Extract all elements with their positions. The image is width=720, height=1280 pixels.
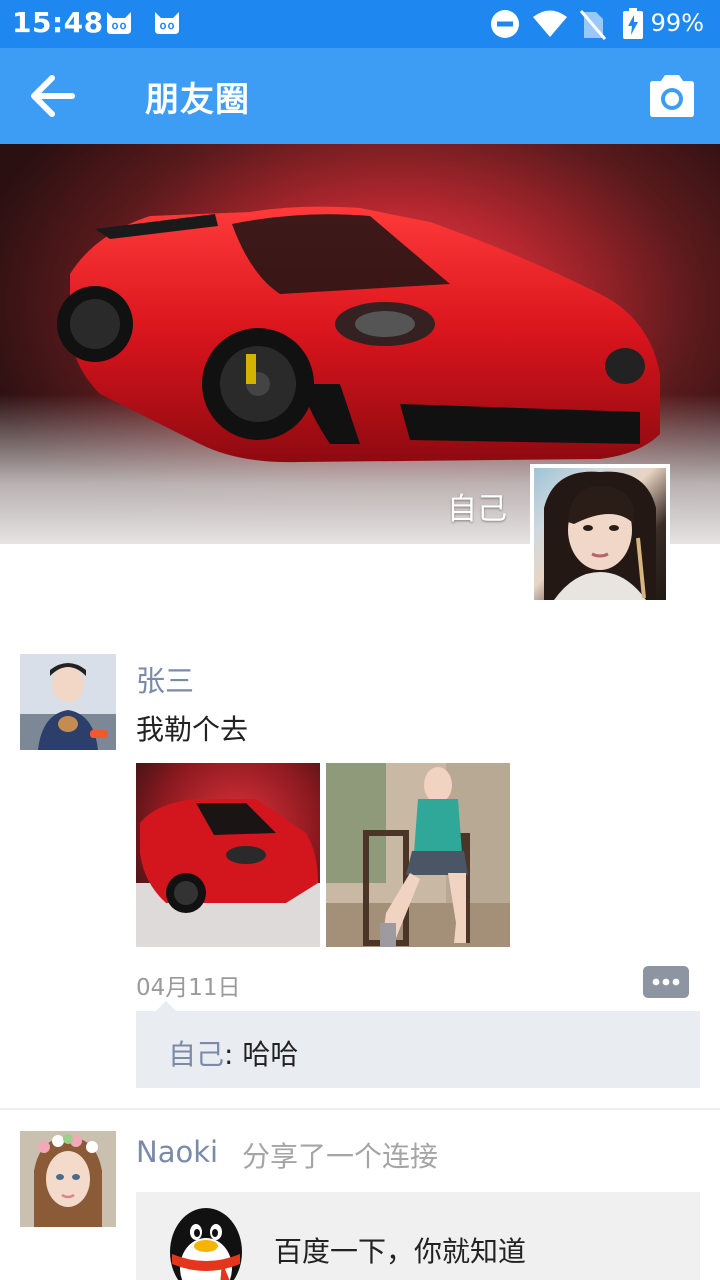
status-time: 15:48 (12, 6, 104, 39)
cat-notification-icon (155, 12, 179, 34)
no-sim-icon (580, 10, 606, 40)
page-title: 朋友圈 (145, 80, 250, 120)
girl-on-chair-thumbnail (326, 763, 510, 947)
post-text: 我勒个去 (136, 713, 249, 746)
comment-text: 哈哈 (242, 1038, 299, 1071)
camera-button[interactable] (646, 74, 698, 118)
more-actions-button[interactable] (643, 966, 689, 998)
comment-box: 自己: 哈哈 (136, 1001, 700, 1088)
post-divider (0, 1108, 720, 1110)
comment-box-arrow (156, 1001, 176, 1011)
avatar-photo-boy (20, 654, 116, 750)
post-author-avatar[interactable] (20, 1131, 116, 1227)
post-author-name[interactable]: 张三 (136, 658, 194, 700)
battery-percentage: 99% (650, 9, 704, 37)
post-date: 04月11日 (136, 975, 241, 1001)
toolbar: 朋友圈 (0, 48, 720, 144)
comment-author[interactable]: 自己 (168, 1038, 224, 1071)
my-avatar-photo (534, 468, 666, 600)
shared-link-card[interactable]: 百度一下，你就知道 (136, 1192, 700, 1280)
more-dots-icon (652, 978, 680, 986)
my-avatar[interactable] (530, 464, 670, 604)
comment-separator: : (224, 1038, 243, 1071)
battery-charging-icon (623, 8, 643, 39)
cat-notification-icon (107, 12, 131, 34)
camera-icon (650, 75, 694, 117)
status-bar: 15:48 99% (0, 0, 720, 48)
do-not-disturb-icon (491, 10, 519, 38)
red-car-thumbnail (136, 763, 320, 947)
moments-screen: 15:48 99% 朋友圈 自己 张三 我勒个去 04月11日 自己: 哈哈 N… (0, 0, 720, 1280)
post-image[interactable] (136, 763, 320, 947)
back-arrow-icon (31, 75, 75, 117)
wifi-icon (533, 10, 567, 37)
cover-username: 自己 (447, 492, 507, 527)
post-author-avatar[interactable] (20, 654, 116, 750)
qq-penguin-icon (170, 1208, 242, 1280)
comment-item[interactable]: 自己: 哈哈 (168, 1033, 298, 1073)
shared-link-title[interactable]: 百度一下，你就知道 (274, 1230, 526, 1270)
post-author-name[interactable]: Naoki (136, 1135, 218, 1169)
post-image[interactable] (326, 763, 510, 947)
avatar-photo-girl (20, 1131, 116, 1227)
back-button[interactable] (22, 72, 82, 120)
share-action-text: 分享了一个连接 (242, 1140, 439, 1173)
